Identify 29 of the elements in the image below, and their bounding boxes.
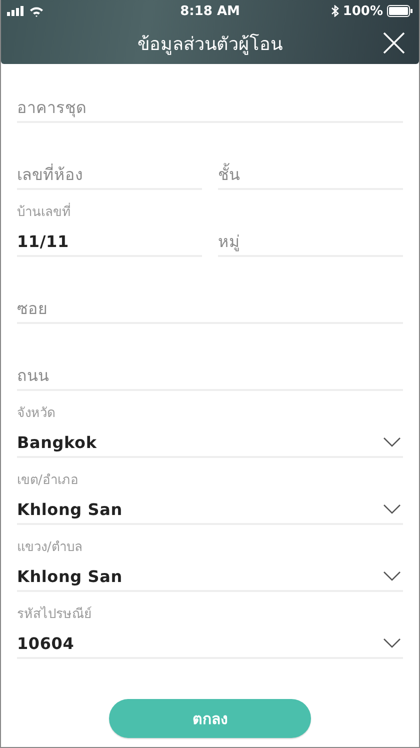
- input-field[interactable]: ถนน: [17, 361, 403, 391]
- input-field[interactable]: หมู่: [218, 227, 403, 257]
- dropdown-field[interactable]: Khlong San: [17, 562, 403, 592]
- field-label: รหัสไปรษณีย์: [17, 607, 92, 622]
- input-field[interactable]: ซอย: [17, 294, 403, 324]
- close-button[interactable]: [383, 32, 405, 54]
- input-field[interactable]: อาคารชุด: [17, 93, 403, 123]
- field-label: แขวง/ตำบล: [17, 540, 82, 555]
- dropdown-field[interactable]: 10604: [17, 629, 403, 659]
- dropdown-field[interactable]: Bangkok: [17, 428, 403, 458]
- signal-icon: [7, 6, 25, 16]
- wifi-icon: [29, 6, 44, 16]
- field-label: เขต/อำเภอ: [17, 473, 78, 488]
- battery-icon: [387, 5, 414, 17]
- field-label: บ้านเลขที่: [17, 205, 71, 220]
- input-field[interactable]: ชั้น: [218, 160, 403, 190]
- chevron-down-icon: [383, 437, 401, 447]
- field-label: จังหวัด: [17, 406, 55, 421]
- input-field[interactable]: เลขที่ห้อง: [17, 160, 202, 190]
- chevron-down-icon: [383, 504, 401, 514]
- page-title: ข้อมูลส่วนตัวผู้โอน: [138, 32, 282, 57]
- chevron-down-icon: [383, 638, 401, 648]
- ok-button[interactable]: ตกลง: [109, 699, 311, 738]
- input-field[interactable]: 11/11: [17, 227, 202, 257]
- bluetooth-icon: [330, 5, 339, 17]
- chevron-down-icon: [383, 571, 401, 581]
- status-time: 8:18 AM: [180, 4, 240, 18]
- dropdown-field[interactable]: Khlong San: [17, 495, 403, 525]
- battery-percent: 100%: [342, 4, 384, 18]
